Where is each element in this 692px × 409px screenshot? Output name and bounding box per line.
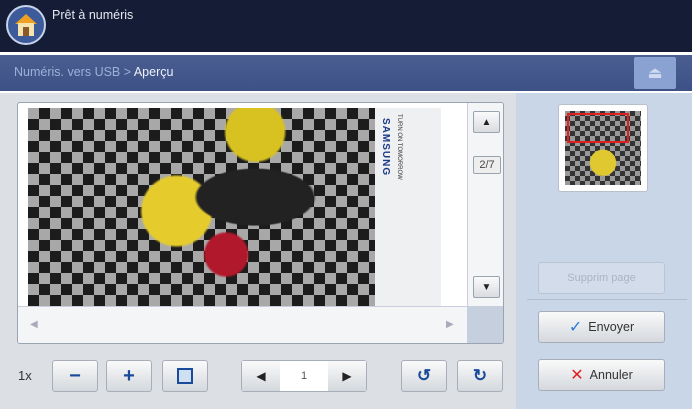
check-icon: ✓	[568, 319, 583, 336]
cancel-label: Annuler	[589, 368, 633, 382]
arrow-up-icon: ▲	[481, 116, 492, 128]
scroll-left-icon[interactable]: ◀	[30, 319, 38, 330]
delete-page-button[interactable]: Supprim page	[538, 262, 665, 294]
rotate-ccw-icon: ↺	[416, 366, 432, 385]
cancel-button[interactable]: ✕ Annuler	[538, 359, 665, 391]
delete-page-label: Supprim page	[567, 272, 636, 284]
scroll-corner	[467, 306, 503, 343]
slogan-text: TURN ON TOMORROW	[396, 114, 402, 180]
breadcrumb: Numéris. vers USB > Aperçu	[0, 55, 692, 91]
rotate-left-button[interactable]: ↺	[401, 360, 447, 392]
page-indicator: 2/7	[473, 156, 501, 174]
rotate-right-button[interactable]: ↻	[457, 360, 503, 392]
scroll-right-icon[interactable]: ▶	[446, 319, 454, 330]
horizontal-scrollbar[interactable]: ◀ ▶	[18, 306, 467, 343]
zoom-in-button[interactable]: +	[106, 360, 152, 392]
rotate-cw-icon: ↻	[472, 366, 488, 385]
eject-icon: ⏏	[647, 65, 663, 82]
page-navigator: ◀ 1 ▶	[241, 360, 367, 392]
next-page-button[interactable]: ▶	[328, 361, 366, 391]
scroll-down-button[interactable]: ▼	[473, 276, 500, 298]
scanned-image[interactable]: SAMSUNG TURN ON TOMORROW	[28, 108, 441, 306]
top-bar: Prêt à numéris	[0, 0, 692, 52]
page-thumbnail[interactable]	[558, 104, 648, 192]
plus-icon: +	[123, 364, 135, 387]
eject-button[interactable]: ⏏	[634, 57, 676, 89]
breadcrumb-separator: >	[120, 65, 134, 79]
send-label: Envoyer	[588, 320, 635, 334]
scroll-up-button[interactable]: ▲	[473, 111, 500, 133]
zoom-level: 1x	[18, 368, 32, 383]
fit-icon	[177, 368, 193, 384]
divider	[527, 299, 687, 300]
minus-icon: −	[69, 364, 81, 387]
x-icon: ✕	[570, 367, 584, 384]
home-button[interactable]	[6, 5, 46, 45]
vertical-scrollbar[interactable]: ▲ 2/7 ▼	[467, 103, 503, 306]
breadcrumb-current: Aperçu	[133, 65, 174, 79]
viewport-indicator	[567, 113, 629, 143]
fit-page-button[interactable]	[162, 360, 208, 392]
brand-text: SAMSUNG	[380, 118, 391, 177]
status-text: Prêt à numéris	[52, 8, 134, 22]
zoom-out-button[interactable]: −	[52, 360, 98, 392]
page-number-input[interactable]: 1	[280, 361, 328, 391]
home-icon	[15, 14, 37, 36]
arrow-right-icon: ▶	[342, 369, 352, 383]
arrow-left-icon: ◀	[256, 369, 266, 383]
breadcrumb-parent[interactable]: Numéris. vers USB	[14, 65, 120, 79]
prev-page-button[interactable]: ◀	[242, 361, 280, 391]
arrow-down-icon: ▼	[481, 281, 492, 293]
send-button[interactable]: ✓ Envoyer	[538, 311, 665, 343]
preview-viewer: SAMSUNG TURN ON TOMORROW ▲ 2/7 ▼ ◀ ▶	[17, 102, 504, 344]
